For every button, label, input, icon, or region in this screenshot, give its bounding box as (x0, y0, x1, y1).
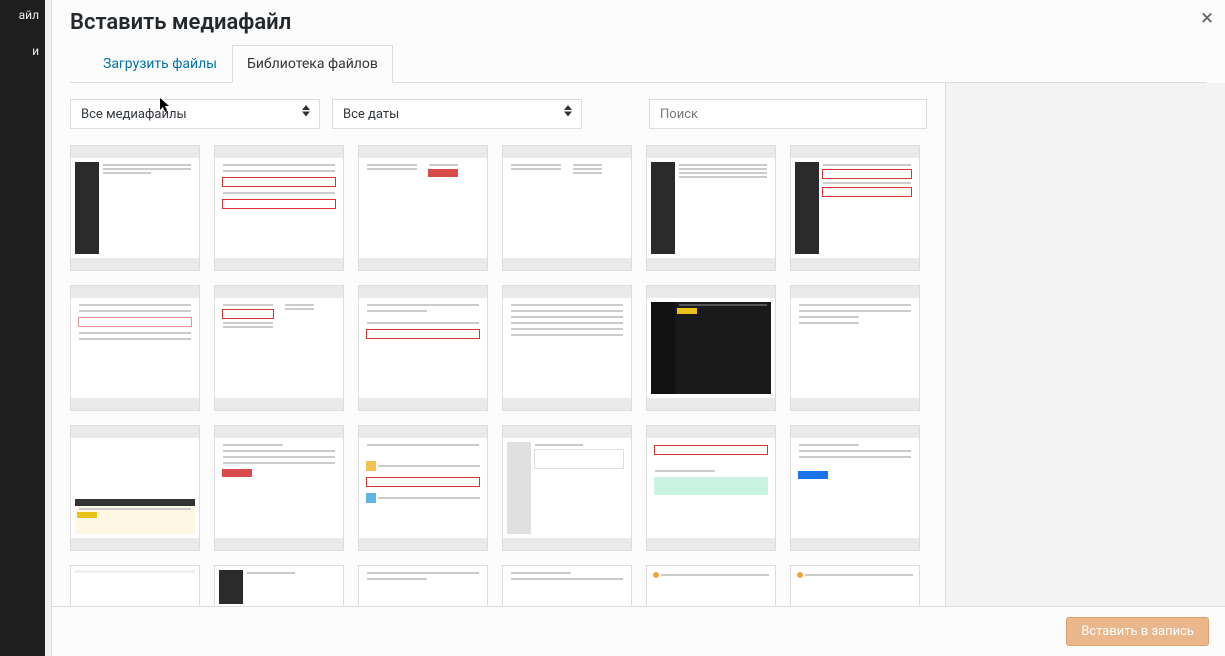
media-thumbnail[interactable] (70, 285, 200, 411)
media-thumbnail[interactable] (358, 425, 488, 551)
modal-footer: Вставить в запись (52, 606, 1225, 656)
media-modal: Вставить медиафайл × Загрузить файлы Биб… (51, 0, 1225, 656)
media-thumbnail[interactable] (214, 425, 344, 551)
media-thumbnail[interactable] (646, 145, 776, 271)
media-thumbnail[interactable] (502, 565, 632, 606)
media-thumbnail[interactable] (790, 145, 920, 271)
media-thumbnail[interactable] (70, 425, 200, 551)
media-type-filter-wrap: Все медиафайлы (70, 99, 320, 129)
close-icon: × (1201, 6, 1213, 31)
media-browser: Все медиафайлы Все даты (52, 83, 945, 606)
date-filter-wrap: Все даты (332, 99, 582, 129)
media-thumbnail[interactable] (646, 565, 776, 606)
media-type-filter[interactable]: Все медиафайлы (70, 99, 320, 129)
media-thumbnail[interactable] (214, 565, 344, 606)
media-thumbnail[interactable] (790, 425, 920, 551)
sidebar-text-2: и (0, 40, 39, 62)
tab-bar: Загрузить файлы Библиотека файлов (70, 45, 1207, 83)
search-input[interactable] (649, 99, 927, 129)
tab-upload[interactable]: Загрузить файлы (88, 45, 232, 83)
insert-into-post-button[interactable]: Вставить в запись (1066, 617, 1209, 646)
media-thumbnail[interactable] (358, 145, 488, 271)
modal-title: Вставить медиафайл (70, 10, 1207, 35)
modal-header: Вставить медиафайл × Загрузить файлы Биб… (52, 0, 1225, 83)
media-thumbnail[interactable] (70, 565, 200, 606)
filter-toolbar: Все медиафайлы Все даты (70, 99, 927, 129)
media-thumbnail[interactable] (502, 425, 632, 551)
media-grid (70, 145, 927, 606)
media-thumbnail[interactable] (70, 145, 200, 271)
media-thumbnail[interactable] (358, 565, 488, 606)
media-thumbnail[interactable] (214, 285, 344, 411)
media-thumbnail[interactable] (502, 145, 632, 271)
media-thumbnail[interactable] (502, 285, 632, 411)
tab-library[interactable]: Библиотека файлов (232, 45, 393, 83)
modal-body: Все медиафайлы Все даты (52, 83, 1225, 606)
media-thumbnail[interactable] (646, 285, 776, 411)
media-thumbnail[interactable] (790, 565, 920, 606)
sidebar-text-1: айл (0, 4, 39, 26)
media-thumbnail[interactable] (214, 145, 344, 271)
media-thumbnail[interactable] (790, 285, 920, 411)
attachment-details-panel (945, 83, 1225, 606)
media-thumbnail[interactable] (358, 285, 488, 411)
media-thumbnail[interactable] (646, 425, 776, 551)
close-button[interactable]: × (1201, 6, 1213, 31)
date-filter[interactable]: Все даты (332, 99, 582, 129)
admin-sidebar-fragment: айл и (0, 0, 45, 656)
